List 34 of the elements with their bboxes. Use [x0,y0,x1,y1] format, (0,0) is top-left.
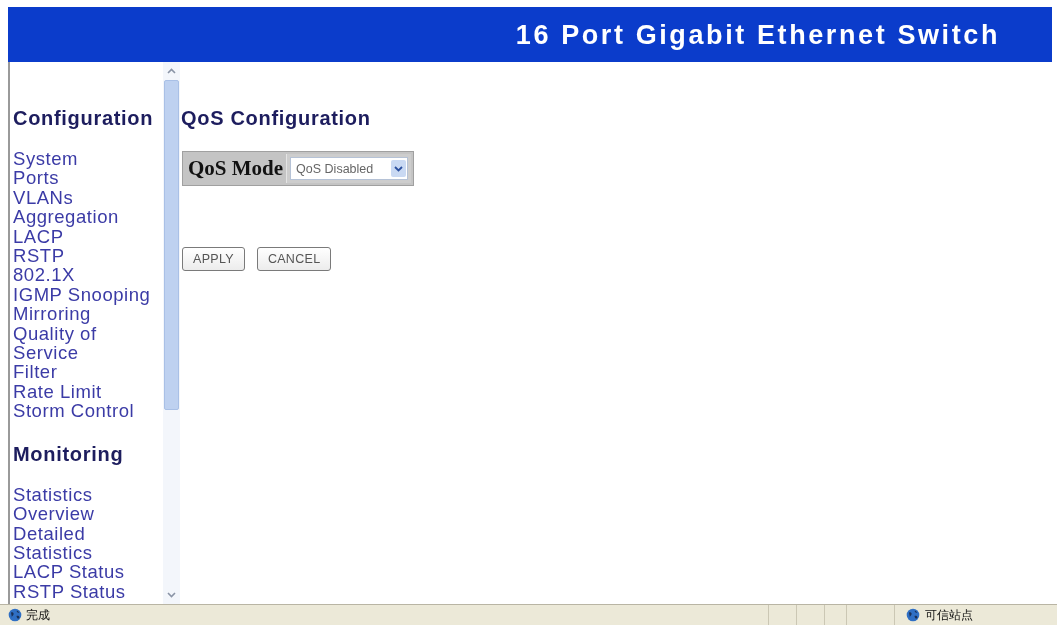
page-heading: QoS Configuration [181,107,371,130]
nav-link[interactable]: LACP [13,226,64,247]
nav-link[interactable]: Rate Limit [13,381,102,402]
chevron-down-icon [167,592,176,598]
nav-link[interactable]: Storm Control [13,401,135,421]
nav-section-heading: Monitoring [13,442,124,466]
nav-link[interactable]: Detailed Statistics [13,523,163,563]
chevron-down-icon [394,165,404,172]
nav-link[interactable]: RSTP Status [13,581,126,602]
field-label: QoS Mode [187,155,285,182]
nav-link[interactable]: Quality of Service [13,323,163,363]
globe-icon [8,608,22,622]
nav-link[interactable]: Mirroring [13,304,91,324]
nav-link[interactable]: VLANs [13,187,74,208]
scrollbar[interactable] [163,62,180,604]
nav-link[interactable]: Ports [13,168,59,188]
nav-link[interactable]: Aggregation [13,207,119,227]
page-title: 16 Port Gigabit Ethernet Switch [515,19,1000,51]
nav-link[interactable]: LACP Status [13,562,125,582]
nav-link[interactable]: IGMP Snooping [13,284,151,305]
scrollbar-thumb[interactable] [164,80,179,410]
nav-link[interactable]: Statistics Overview [13,484,163,524]
nav-link[interactable]: 802.1X [13,265,75,285]
status-text: 完成 [26,606,50,624]
nav-link[interactable]: System [13,149,78,169]
zone-text: 可信站点 [925,606,973,624]
form-button[interactable]: CANCEL [256,247,332,271]
nav-link[interactable]: Filter [13,362,58,382]
nav-section-heading: Configuration [13,107,154,130]
mode-dropdown[interactable]: QoS Disabled [290,157,409,180]
globe-icon [906,608,920,622]
form-button[interactable]: APPLY [182,247,245,271]
chevron-up-icon [167,68,176,74]
nav-link[interactable]: RSTP [13,246,65,266]
